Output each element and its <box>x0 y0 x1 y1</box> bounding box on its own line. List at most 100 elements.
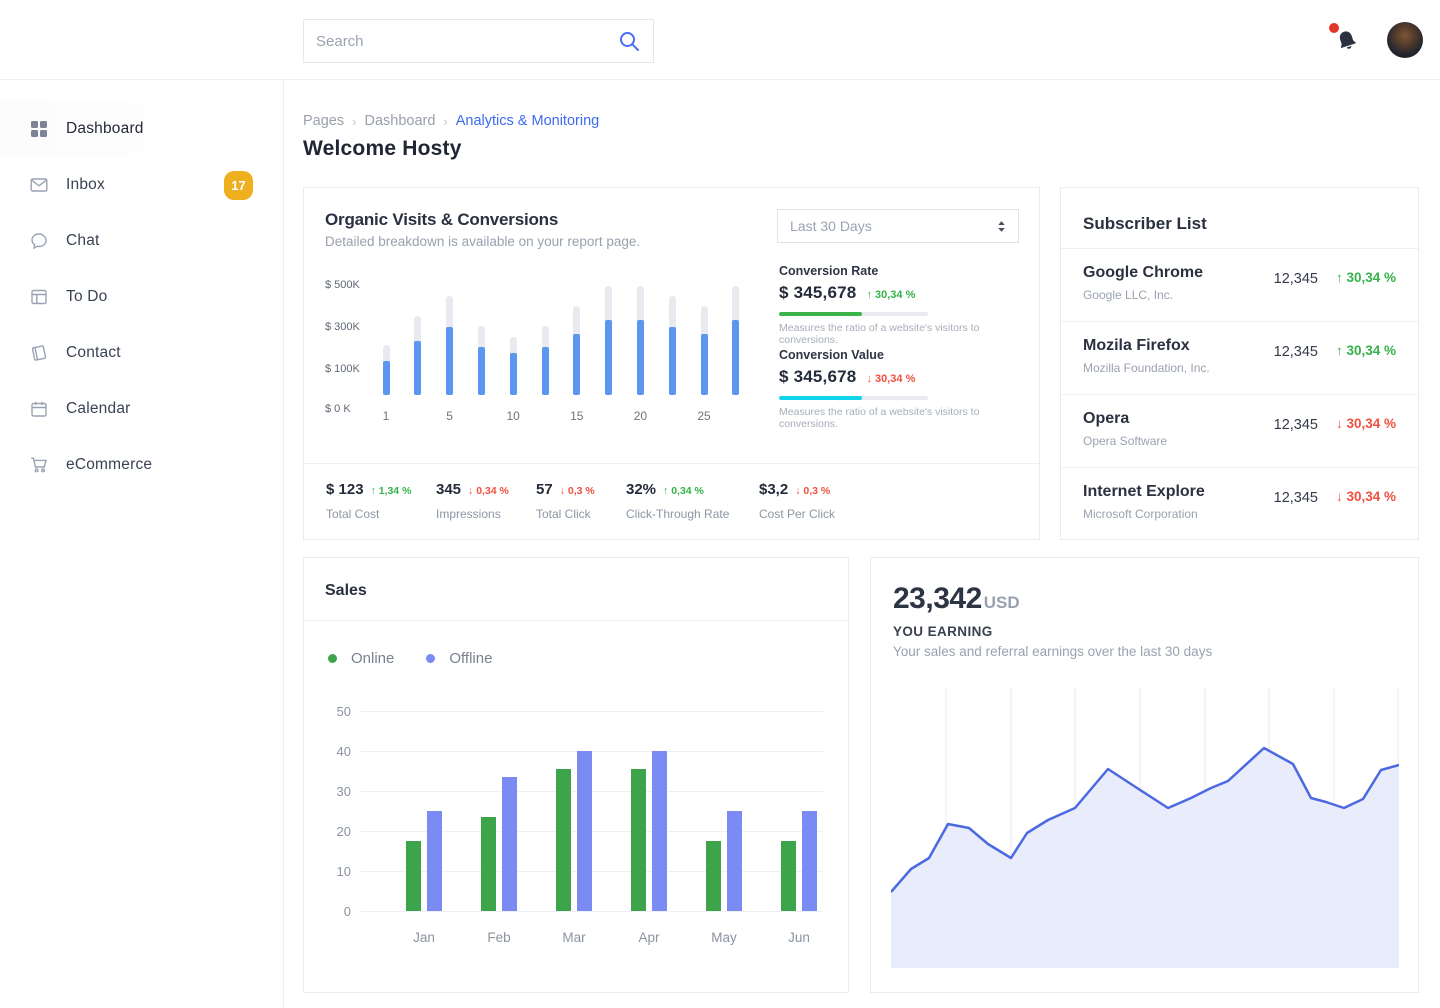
sidebar-item-chat[interactable]: Chat <box>0 213 283 269</box>
sales-bar-offline <box>502 777 517 911</box>
organic-bar <box>701 306 708 396</box>
sidebar: Dashboard Inbox 17 ChatTo DoContact Calendar… <box>0 0 284 1008</box>
y-tick-label: 0 <box>325 904 351 919</box>
subscriber-row[interactable]: Internet ExploreMicrosoft Corporation12,… <box>1061 468 1418 541</box>
inbox-badge: 17 <box>224 171 253 200</box>
y-tick-label: 20 <box>325 824 351 839</box>
sales-card: Sales OnlineOffline 50403020100 JanFebMa… <box>303 557 849 993</box>
x-tick-label: May <box>694 930 754 945</box>
breadcrumb-item[interactable]: Pages <box>303 113 344 129</box>
conversion-value-change: ↓ 30,34 % <box>866 373 915 385</box>
sidebar-item-inbox[interactable]: Inbox 17 <box>0 157 283 213</box>
organic-bar <box>510 337 517 395</box>
stat-value: 345 <box>436 481 461 498</box>
breadcrumb: Pages›Dashboard›Analytics & Monitoring <box>303 113 599 129</box>
sales-bar-online <box>481 817 496 911</box>
subscriber-company: Microsoft Corporation <box>1083 507 1198 521</box>
calendar-icon <box>30 400 48 418</box>
sales-bar-online <box>706 841 721 911</box>
sidebar-item-label: Calendar <box>66 400 131 418</box>
cart-icon <box>30 456 48 474</box>
sales-bar-offline <box>727 811 742 911</box>
x-tick-label: 5 <box>439 409 461 423</box>
sales-bar-online <box>631 769 646 911</box>
stat-change: ↓ 0,3 % <box>795 485 830 497</box>
gridline <box>361 791 823 792</box>
chat-icon <box>30 232 48 250</box>
subscriber-list-title: Subscriber List <box>1083 214 1207 234</box>
subscriber-name: Internet Explore <box>1083 483 1205 501</box>
sidebar-item-calendar[interactable]: Calendar <box>0 381 283 437</box>
todo-icon <box>30 288 48 306</box>
stat-change: ↑ 0,34 % <box>663 485 704 497</box>
subscriber-company: Mozilla Foundation, Inc. <box>1083 361 1210 375</box>
organic-bar <box>573 306 580 396</box>
legend-item-online[interactable]: Online <box>328 650 394 667</box>
x-tick-label: Apr <box>619 930 679 945</box>
earnings-card: 23,342 USD YOU EARNING Your sales and re… <box>870 557 1419 993</box>
subscriber-name: Mozila Firefox <box>1083 337 1190 355</box>
avatar[interactable] <box>1387 22 1423 58</box>
earnings-area-fill <box>891 748 1399 968</box>
stat-value-row: 345↓ 0,34 % <box>436 481 509 498</box>
x-tick-label: 1 <box>375 409 397 423</box>
legend-label: Offline <box>449 650 492 667</box>
organic-visits-card: Organic Visits & Conversions Detailed br… <box>303 187 1040 540</box>
stat-label: Total Click <box>536 507 595 521</box>
sidebar-item-dashboard[interactable]: Dashboard <box>0 101 283 157</box>
organic-bar <box>605 286 612 395</box>
stat-total-cost: $ 123↑ 1,34 %Total Cost <box>326 481 411 521</box>
search-icon[interactable] <box>617 29 641 53</box>
stat-value-row: $ 123↑ 1,34 % <box>326 481 411 498</box>
organic-bar <box>414 316 421 395</box>
legend-item-offline[interactable]: Offline <box>426 650 492 667</box>
subscriber-row[interactable]: Mozila FirefoxMozilla Foundation, Inc.12… <box>1061 322 1418 395</box>
sidebar-item-label: Dashboard <box>66 120 144 138</box>
organic-bar <box>446 296 453 395</box>
subscriber-count: 12,345 <box>1274 417 1318 433</box>
stat-label: Click-Through Rate <box>626 507 729 521</box>
sidebar-item-label: eCommerce <box>66 456 152 474</box>
search-input[interactable] <box>304 33 617 50</box>
stat-value: 57 <box>536 481 553 498</box>
stat-click-through-rate: 32% ↑ 0,34 % Click-Through Rate <box>626 481 729 521</box>
sidebar-item-to-do[interactable]: To Do <box>0 269 283 325</box>
organic-bar <box>478 326 485 395</box>
stat-value-row: 57↓ 0,3 % <box>536 481 595 498</box>
sidebar-item-label: Inbox <box>66 176 105 194</box>
x-tick-label: Mar <box>544 930 604 945</box>
sales-bar-offline <box>577 751 592 911</box>
subscriber-change: ↑ 30,34 % <box>1336 270 1396 285</box>
sales-card-title: Sales <box>325 582 367 600</box>
contact-icon <box>30 344 48 362</box>
breadcrumb-item[interactable]: Analytics & Monitoring <box>456 113 599 129</box>
page-title: Welcome Hosty <box>303 137 462 161</box>
stat-total-click: 57↓ 0,3 % Total Click <box>536 481 595 521</box>
stat-impressions: 345↓ 0,34 %Impressions <box>436 481 509 521</box>
sidebar-item-contact[interactable]: Contact <box>0 325 283 381</box>
gridline <box>361 711 823 712</box>
subscriber-row[interactable]: OperaOpera Software12,345↓ 30,34 % <box>1061 395 1418 468</box>
subscriber-row[interactable]: Google ChromeGoogle LLC, Inc.12,345↑ 30,… <box>1061 249 1418 322</box>
conversion-value-block: Conversion Value $ 345,678 ↓ 30,34 % Mea… <box>779 348 1019 430</box>
sidebar-item-ecommerce[interactable]: eCommerce <box>0 437 283 493</box>
x-tick-label: Feb <box>469 930 529 945</box>
subscriber-name: Opera <box>1083 410 1129 428</box>
subscriber-rows: Google ChromeGoogle LLC, Inc.12,345↑ 30,… <box>1061 248 1418 539</box>
sidebar-nav: Dashboard Inbox 17 ChatTo DoContact Calendar… <box>0 80 283 493</box>
period-select[interactable]: Last 30 Days <box>777 209 1019 243</box>
conversion-value-caption: Measures the ratio of a website's visito… <box>779 406 1019 430</box>
earnings-amount: 23,342 <box>893 582 982 616</box>
legend-label: Online <box>351 650 394 667</box>
topbar <box>0 0 1440 80</box>
subscriber-change: ↓ 30,34 % <box>1336 489 1396 504</box>
conversion-value-label: Conversion Value <box>779 348 1019 362</box>
organic-chart <box>378 285 758 395</box>
conversion-value-value: $ 345,678 <box>779 367 856 387</box>
gridline <box>361 911 823 912</box>
stat-value: 32% <box>626 481 656 498</box>
notifications-button[interactable] <box>1330 24 1364 58</box>
x-tick-label: 25 <box>693 409 715 423</box>
mail-icon <box>30 176 48 194</box>
breadcrumb-item[interactable]: Dashboard <box>364 113 435 129</box>
